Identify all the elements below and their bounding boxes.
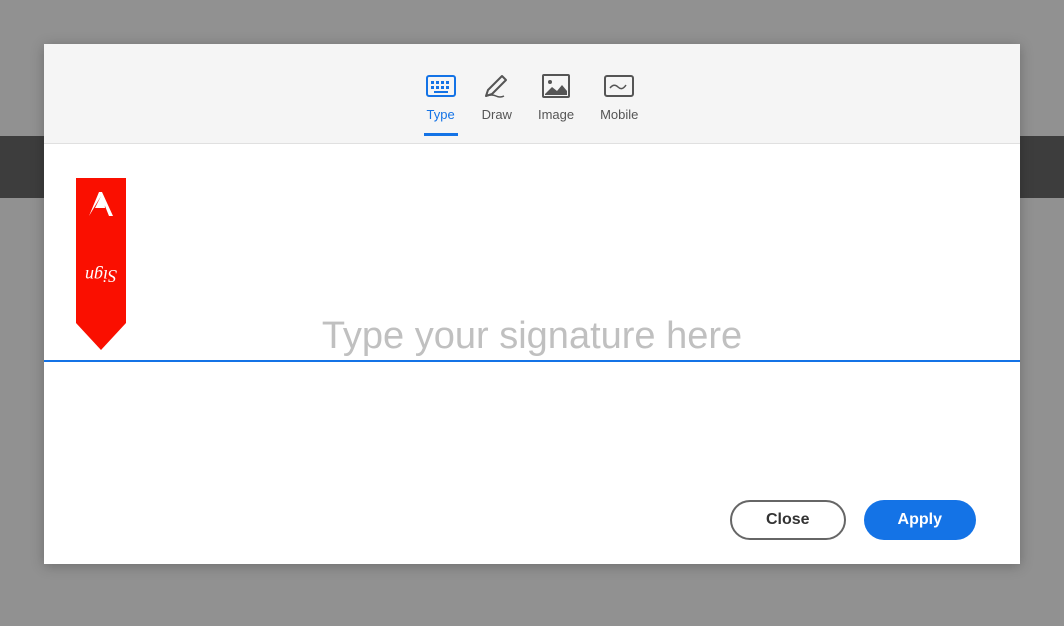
tabs-container: Type Draw xyxy=(424,65,641,122)
dialog-content: Sign xyxy=(44,144,1020,476)
tab-draw-label: Draw xyxy=(482,107,512,122)
tab-draw[interactable]: Draw xyxy=(480,65,514,122)
keyboard-icon xyxy=(426,71,456,101)
apply-button[interactable]: Apply xyxy=(864,500,976,540)
tab-image[interactable]: Image xyxy=(536,65,576,122)
tab-mobile[interactable]: Mobile xyxy=(598,65,640,122)
tablet-icon xyxy=(604,71,634,101)
pen-icon xyxy=(482,71,512,101)
tab-type-label: Type xyxy=(427,107,455,122)
close-button[interactable]: Close xyxy=(730,500,846,540)
signature-area xyxy=(44,144,1020,362)
tab-image-label: Image xyxy=(538,107,574,122)
dialog-footer: Close Apply xyxy=(44,476,1020,564)
image-icon xyxy=(541,71,571,101)
tab-mobile-label: Mobile xyxy=(600,107,638,122)
signature-dialog: Type Draw xyxy=(44,44,1020,564)
tab-type[interactable]: Type xyxy=(424,65,458,122)
signature-input[interactable] xyxy=(44,307,1020,362)
dialog-header: Type Draw xyxy=(44,44,1020,144)
